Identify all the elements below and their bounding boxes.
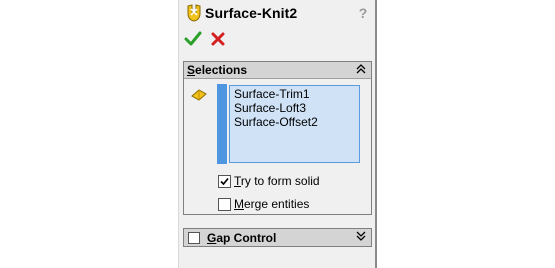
selections-header[interactable]: Selections <box>184 62 371 79</box>
selection-items: Surface-Trim1 Surface-Loft3 Surface-Offs… <box>234 87 318 129</box>
try-form-solid-label: ry to form solid <box>240 174 320 188</box>
checkmark-icon <box>220 177 229 186</box>
collapse-chevron-icon[interactable] <box>356 63 366 75</box>
list-item[interactable]: Surface-Offset2 <box>234 115 318 129</box>
selections-accel: S <box>187 63 196 77</box>
surface-select-icon <box>191 89 207 101</box>
list-item[interactable]: Surface-Trim1 <box>234 87 318 101</box>
selections-title: elections <box>195 63 248 77</box>
gap-control-title: ap Control <box>216 231 277 245</box>
gap-control-checkbox[interactable] <box>188 232 200 244</box>
help-icon[interactable]: ? <box>357 5 369 21</box>
list-item[interactable]: Surface-Loft3 <box>234 101 318 115</box>
check-icon <box>184 31 202 46</box>
ok-button[interactable] <box>184 30 202 48</box>
panel-splitter[interactable] <box>375 0 377 268</box>
expand-chevron-icon[interactable] <box>356 230 366 242</box>
try-form-solid-checkbox[interactable] <box>218 175 231 188</box>
gap-control-accel: G <box>207 231 217 245</box>
gap-control-group: Gap Control <box>183 228 372 247</box>
merge-entities-accel: M <box>234 197 244 211</box>
merge-entities-label: erge entities <box>244 197 310 211</box>
merge-entities-checkbox[interactable] <box>218 198 231 211</box>
selection-active-stripe <box>217 84 227 164</box>
cancel-button[interactable] <box>210 30 226 48</box>
gap-control-header[interactable]: Gap Control <box>184 229 371 246</box>
try-form-solid-accel: T <box>234 174 241 188</box>
panel-titlebar: Surface-Knit2 ? <box>183 4 373 24</box>
feature-title: Surface-Knit2 <box>205 5 298 21</box>
selections-group: Selections Surface-Trim1 Surface-Loft3 S… <box>183 61 372 215</box>
x-icon <box>211 32 225 46</box>
surface-knit-icon <box>187 4 201 22</box>
